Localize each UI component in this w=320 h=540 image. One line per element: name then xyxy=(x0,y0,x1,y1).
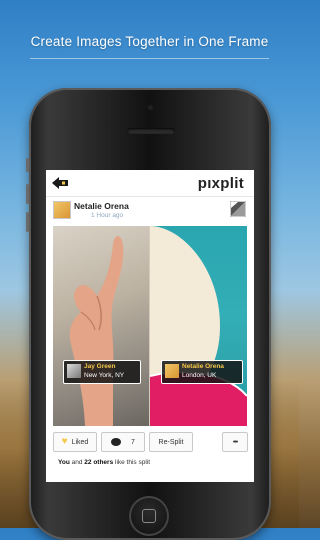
headline-divider xyxy=(30,58,269,59)
photo-right-half xyxy=(149,226,247,426)
comment-count: 7 xyxy=(131,438,135,446)
iphone-device: pıxplit Netalie Orena 1 Hour ago Jay Gre… xyxy=(26,88,271,540)
resplit-label: Re-Split xyxy=(158,438,184,446)
tag-avatar-icon xyxy=(165,364,179,378)
home-button[interactable] xyxy=(129,496,169,536)
mute-switch xyxy=(26,158,29,172)
like-button[interactable]: ♥ Liked xyxy=(53,432,97,452)
post-header: Netalie Orena 1 Hour ago xyxy=(46,198,254,224)
heart-icon: ♥ xyxy=(61,436,68,447)
volume-up-button xyxy=(26,184,29,204)
likes-summary: You and 22 others like this split xyxy=(58,459,150,466)
more-icon: ••• xyxy=(232,438,238,446)
likes-and: and xyxy=(71,459,83,466)
tag-name: Jay Green xyxy=(84,363,116,370)
volume-down-button xyxy=(26,212,29,232)
post-author[interactable]: Netalie Orena xyxy=(74,201,129,211)
avatar[interactable] xyxy=(53,201,71,219)
nav-bar: pıxplit xyxy=(46,170,254,197)
back-icon[interactable] xyxy=(52,176,68,190)
app-logo: pıxplit xyxy=(197,175,244,192)
speech-bubble-icon xyxy=(111,438,122,446)
photo-tag-right[interactable]: Netalie Orena London, UK xyxy=(161,360,243,384)
tag-location: New York, NY xyxy=(84,372,125,379)
likes-you[interactable]: You xyxy=(58,459,70,466)
more-button[interactable]: ••• xyxy=(222,432,248,452)
post-time: 1 Hour ago xyxy=(91,212,124,219)
photo-left-half xyxy=(53,226,149,426)
comment-button[interactable]: 7 xyxy=(101,432,145,452)
earpiece-speaker xyxy=(127,128,175,134)
like-label: Liked xyxy=(71,438,89,446)
likes-others[interactable]: 22 others xyxy=(84,459,113,466)
front-camera xyxy=(147,104,154,111)
split-photo-icon[interactable] xyxy=(229,200,247,218)
tag-name: Netalie Orena xyxy=(182,363,224,370)
tag-avatar-icon xyxy=(67,364,81,378)
likes-suffix: like this split xyxy=(115,459,151,466)
action-bar: ♥ Liked 7 Re-Split ••• xyxy=(46,432,254,454)
resplit-button[interactable]: Re-Split xyxy=(149,432,193,452)
photo-tag-left[interactable]: Jay Green New York, NY xyxy=(63,360,141,384)
app-screen: pıxplit Netalie Orena 1 Hour ago Jay Gre… xyxy=(46,170,254,482)
tag-location: London, UK xyxy=(182,372,217,379)
split-photo[interactable]: Jay Green New York, NY Netalie Orena Lon… xyxy=(53,226,247,426)
home-square-icon xyxy=(142,509,156,523)
headline: Create Images Together in One Frame xyxy=(30,34,269,49)
